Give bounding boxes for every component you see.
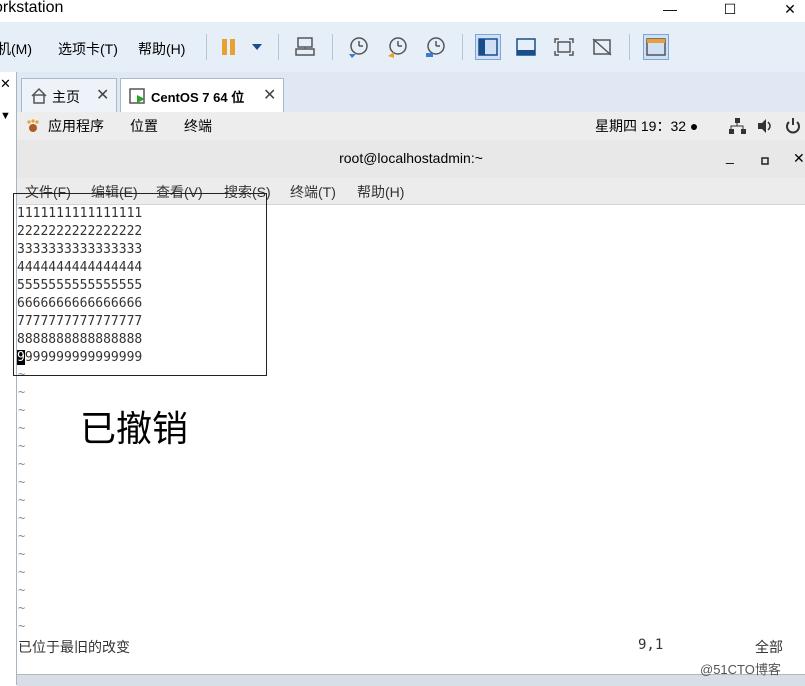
empty-line-marker: ~: [18, 457, 26, 471]
empty-line-marker: ~: [18, 529, 26, 543]
clock[interactable]: 星期四 19：32 ●: [595, 116, 698, 136]
toolbar-separator: [206, 34, 207, 60]
scroll-scope: 全部: [755, 639, 783, 655]
menu-terminal[interactable]: 终端: [184, 116, 212, 136]
close-icon[interactable]: ✕: [793, 150, 805, 167]
library-panel: ✕ ▼: [0, 72, 17, 685]
empty-line-marker: ~: [18, 601, 26, 615]
snapshot-icon[interactable]: [345, 34, 371, 60]
maximize-button[interactable]: ☐: [710, 0, 750, 20]
snapshot-manager-icon[interactable]: [422, 34, 448, 60]
menu-tabs[interactable]: 选项卡(T): [58, 39, 118, 59]
menu-help[interactable]: 帮助(H): [138, 39, 185, 59]
tab-home[interactable]: 主页 ✕: [21, 78, 117, 112]
show-library-icon[interactable]: [475, 34, 501, 60]
vm-running-icon: [129, 87, 147, 108]
terminal-title: root@localhostadmin:~: [339, 150, 483, 166]
close-icon[interactable]: ✕: [96, 85, 109, 105]
terminal-titlebar: root@localhostadmin:~ _ ✕: [17, 140, 805, 179]
empty-line-marker: ~: [18, 421, 26, 435]
minimize-button[interactable]: —: [650, 0, 690, 20]
chevron-down-icon[interactable]: [244, 34, 270, 60]
empty-line-marker: ~: [18, 385, 26, 399]
send-keys-icon[interactable]: [292, 34, 318, 60]
vm-tabs: 主页 ✕ CentOS 7 64 位 ✕: [17, 72, 805, 113]
close-button[interactable]: ✕: [770, 0, 805, 20]
tab-centos[interactable]: CentOS 7 64 位 ✕: [120, 78, 284, 112]
status-bar: [17, 674, 805, 686]
empty-line-marker: ~: [18, 403, 26, 417]
toolbar-separator: [629, 34, 630, 60]
watermark: @51CTO博客: [700, 662, 781, 677]
menu-applications[interactable]: 应用程序: [48, 116, 104, 136]
empty-line-marker: ~: [18, 583, 26, 597]
vmware-toolbar: 机(M) 选项卡(T) 帮助(H): [0, 22, 805, 73]
foot-icon: [25, 118, 41, 137]
fullscreen-icon[interactable]: [551, 34, 577, 60]
thumbnail-bar-icon[interactable]: [513, 34, 539, 60]
cursor-position: 9,1: [638, 637, 664, 653]
pause-icon[interactable]: [216, 34, 242, 60]
volume-icon[interactable]: [756, 117, 774, 138]
empty-line-marker: ~: [18, 439, 26, 453]
empty-line-marker: ~: [18, 547, 26, 561]
vim-status-message: 已位于最旧的改变: [18, 639, 130, 655]
home-icon: [30, 87, 48, 108]
tab-label: 主页: [52, 89, 80, 105]
unity-icon[interactable]: [589, 34, 615, 60]
empty-line-marker: ~: [18, 493, 26, 507]
maximize-icon[interactable]: [761, 152, 769, 168]
title-bar: orkstation — ☐ ✕: [0, 0, 805, 22]
highlight-box: [13, 193, 267, 376]
toolbar-separator: [332, 34, 333, 60]
toolbar-separator: [462, 34, 463, 60]
close-library-icon[interactable]: ✕: [0, 76, 11, 92]
menu-places[interactable]: 位置: [130, 116, 158, 136]
network-icon[interactable]: [728, 117, 746, 138]
revert-snapshot-icon[interactable]: [384, 34, 410, 60]
toolbar-separator: [278, 34, 279, 60]
app-title: orkstation: [0, 0, 64, 16]
power-icon[interactable]: [784, 117, 802, 138]
menu-vm[interactable]: 机(M): [0, 39, 32, 59]
empty-line-marker: ~: [18, 619, 26, 633]
menu-help[interactable]: 帮助(H): [357, 182, 404, 202]
annotation-label: 已撤销: [80, 409, 189, 450]
menu-terminal[interactable]: 终端(T): [290, 182, 336, 202]
chevron-down-icon[interactable]: ▼: [0, 110, 11, 122]
empty-line-marker: ~: [18, 475, 26, 489]
minimize-icon[interactable]: _: [726, 148, 734, 164]
empty-line-marker: ~: [18, 511, 26, 525]
close-icon[interactable]: ✕: [263, 85, 276, 105]
tab-label: CentOS 7 64 位: [151, 90, 245, 105]
console-view-icon[interactable]: [643, 34, 669, 60]
empty-line-marker: ~: [18, 565, 26, 579]
gnome-top-bar: 应用程序 位置 终端 星期四 19：32 ●: [17, 112, 805, 141]
